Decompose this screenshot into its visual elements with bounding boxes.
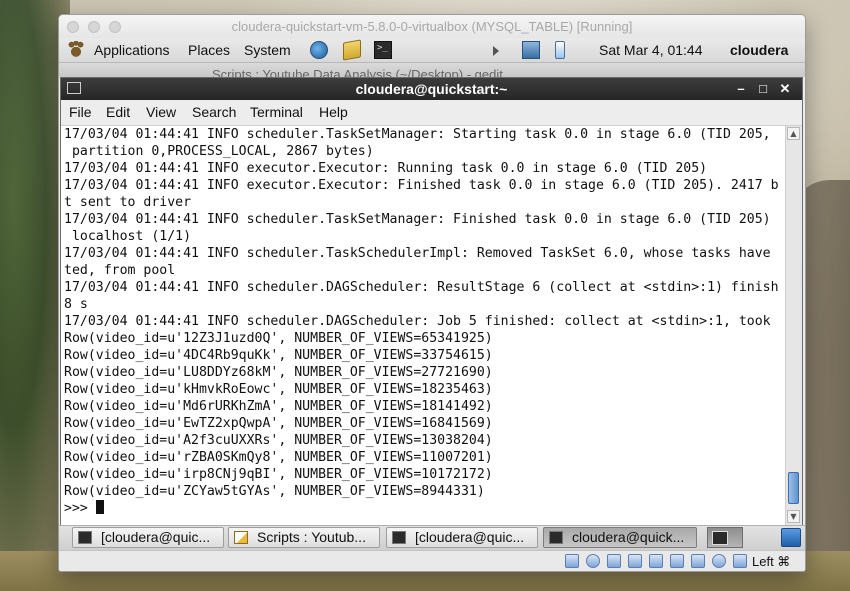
terminal-line: Row(video_id=u'LU8DDYz68kM', NUMBER_OF_V… xyxy=(64,365,493,380)
virtualbox-window: cloudera-quickstart-vm-5.8.0-0-virtualbo… xyxy=(58,14,806,572)
menu-help[interactable]: Help xyxy=(319,104,348,120)
text-cursor xyxy=(95,500,104,514)
gedit-title: Scripts : Youtube Data Analysis (~/Deskt… xyxy=(212,67,503,77)
usb-icon[interactable] xyxy=(607,554,621,568)
gedit-icon xyxy=(234,531,248,544)
task-terminal-2[interactable]: [cloudera@quic... xyxy=(386,527,538,548)
terminal-line: Row(video_id=u'ZCYaw5tGYAs', NUMBER_OF_V… xyxy=(64,484,485,499)
terminal-line: Row(video_id=u'A2f3cuUXXRs', NUMBER_OF_V… xyxy=(64,433,493,448)
terminal-menubar: File Edit View Search Terminal Help xyxy=(61,100,802,126)
host-key-indicator: Left ⌘ xyxy=(752,554,791,569)
terminal-scrollbar[interactable]: ▲ ▼ xyxy=(785,126,802,525)
terminal-line: Row(video_id=u'EwTZ2xpQwpA', NUMBER_OF_V… xyxy=(64,416,493,431)
task-terminal-1[interactable]: [cloudera@quic... xyxy=(72,527,224,548)
menu-terminal[interactable]: Terminal xyxy=(250,104,303,120)
show-desktop-button[interactable] xyxy=(707,527,743,548)
shared-folder-icon[interactable] xyxy=(628,554,642,568)
terminal-line: ted, from pool xyxy=(64,263,176,278)
scrollbar-thumb[interactable] xyxy=(788,472,799,504)
mouse-integration-icon[interactable] xyxy=(733,554,747,568)
file-manager-icon[interactable] xyxy=(343,39,361,61)
gnome-foot-icon[interactable] xyxy=(67,41,85,59)
terminal-line: 8 s xyxy=(64,297,88,312)
terminal-line: 17/03/04 01:44:41 INFO scheduler.TaskSch… xyxy=(64,246,771,261)
menu-edit[interactable]: Edit xyxy=(106,104,130,120)
terminal-window: cloudera@quickstart:~ – □ ✕ File Edit Vi… xyxy=(60,77,803,527)
terminal-line: Row(video_id=u'12Z3J1uzd0Q', NUMBER_OF_V… xyxy=(64,331,493,346)
minimize-icon[interactable]: – xyxy=(732,80,750,98)
gnome-bottom-taskbar: [cloudera@quic... Scripts : Youtub... [c… xyxy=(59,525,805,550)
terminal-line: t sent to driver xyxy=(64,195,192,210)
terminal-line: 17/03/04 01:44:41 INFO scheduler.DAGSche… xyxy=(64,314,771,329)
terminal-line: 17/03/04 01:44:41 INFO scheduler.TaskSet… xyxy=(64,127,771,142)
terminal-line: Row(video_id=u'rZBA0SKmQy8', NUMBER_OF_V… xyxy=(64,450,493,465)
network-adapter-icon[interactable] xyxy=(670,554,684,568)
virtualization-icon[interactable] xyxy=(712,554,726,568)
menu-view[interactable]: View xyxy=(146,104,176,120)
vbox-title: cloudera-quickstart-vm-5.8.0-0-virtualbo… xyxy=(231,19,633,34)
close-icon[interactable]: ✕ xyxy=(776,80,794,98)
hdd-icon[interactable] xyxy=(565,554,579,568)
terminal-line: 17/03/04 01:44:41 INFO scheduler.DAGSche… xyxy=(64,280,779,295)
scroll-up-icon[interactable]: ▲ xyxy=(787,127,800,140)
gedit-window-behind[interactable]: Scripts : Youtube Data Analysis (~/Deskt… xyxy=(59,63,805,77)
scroll-down-icon[interactable]: ▼ xyxy=(787,510,800,523)
terminal-line: localhost (1/1) xyxy=(64,229,192,244)
terminal-line: 17/03/04 01:44:41 INFO executor.Executor… xyxy=(64,178,779,193)
system-menu[interactable]: System xyxy=(244,42,291,58)
terminal-launcher-icon[interactable] xyxy=(374,41,392,59)
task-gedit[interactable]: Scripts : Youtub... xyxy=(228,527,380,548)
panel-user[interactable]: cloudera xyxy=(730,42,788,58)
volume-icon[interactable] xyxy=(493,46,499,56)
terminal-line: 17/03/04 01:44:41 INFO scheduler.TaskSet… xyxy=(64,212,771,227)
terminal-line: 17/03/04 01:44:41 INFO executor.Executor… xyxy=(64,161,708,176)
places-menu[interactable]: Places xyxy=(188,42,230,58)
terminal-line: Row(video_id=u'kHmvkRoEowc', NUMBER_OF_V… xyxy=(64,382,493,397)
terminal-titlebar: cloudera@quickstart:~ – □ ✕ xyxy=(61,78,802,100)
prompt-text: >>> xyxy=(64,501,96,516)
network-icon[interactable] xyxy=(522,41,540,59)
battery-icon[interactable] xyxy=(555,41,565,59)
firefox-globe-icon[interactable] xyxy=(310,41,328,59)
terminal-output[interactable]: 17/03/04 01:44:41 INFO scheduler.TaskSet… xyxy=(61,126,785,525)
recording-icon[interactable] xyxy=(691,554,705,568)
python-prompt[interactable]: >>> xyxy=(64,500,104,517)
terminal-icon xyxy=(549,531,563,544)
task-terminal-active[interactable]: cloudera@quick... xyxy=(543,527,697,548)
gnome-top-panel: Applications Places System Sat Mar 4, 01… xyxy=(59,38,805,63)
optical-drive-icon[interactable] xyxy=(586,554,600,568)
panel-clock[interactable]: Sat Mar 4, 01:44 xyxy=(599,42,703,58)
maximize-icon[interactable]: □ xyxy=(754,80,772,98)
terminal-line: Row(video_id=u'irp8CNj9qBI', NUMBER_OF_V… xyxy=(64,467,493,482)
terminal-title: cloudera@quickstart:~ xyxy=(355,81,508,97)
menu-search[interactable]: Search xyxy=(192,104,236,120)
workspace-switcher[interactable] xyxy=(781,528,801,547)
terminal-line: Row(video_id=u'Md6rURKhZmA', NUMBER_OF_V… xyxy=(64,399,493,414)
terminal-icon xyxy=(78,531,92,544)
applications-menu[interactable]: Applications xyxy=(94,42,170,58)
display-icon[interactable] xyxy=(649,554,663,568)
vbox-titlebar: cloudera-quickstart-vm-5.8.0-0-virtualbo… xyxy=(59,15,805,39)
terminal-line: Row(video_id=u'4DC4Rb9quKk', NUMBER_OF_V… xyxy=(64,348,493,363)
menu-file[interactable]: File xyxy=(69,104,92,120)
terminal-icon xyxy=(392,531,406,544)
terminal-line: partition 0,PROCESS_LOCAL, 2867 bytes) xyxy=(64,144,374,159)
vbox-statusbar: Left ⌘ xyxy=(59,550,805,571)
